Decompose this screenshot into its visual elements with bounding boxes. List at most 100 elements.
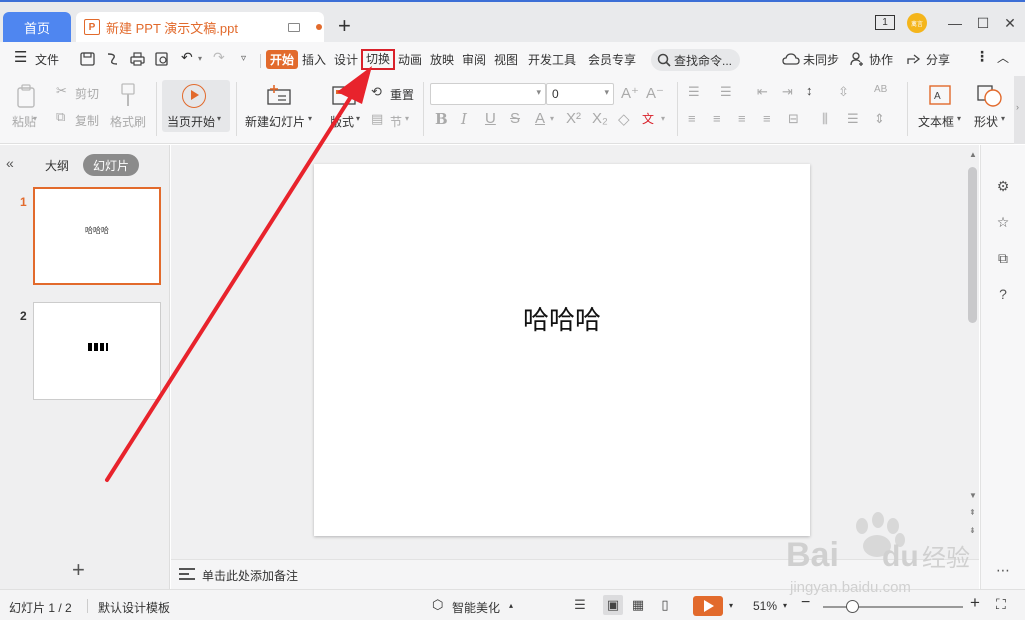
font-size-select[interactable]: 0 ▾ — [546, 83, 614, 105]
smart-beautify-button[interactable]: 智能美化 — [452, 599, 500, 616]
tab-member[interactable]: 会员专享 — [588, 51, 636, 68]
layout-dropdown-icon[interactable]: ▾ — [356, 114, 360, 123]
print-preview-icon[interactable] — [155, 52, 170, 66]
textbox-dropdown-icon[interactable]: ▾ — [957, 114, 961, 123]
tab-slides[interactable]: 幻灯片 — [83, 154, 139, 176]
copy-button[interactable]: 复制 — [75, 112, 99, 129]
more-icon[interactable]: ⋯ — [994, 561, 1012, 579]
tab-animation[interactable]: 动画 — [398, 51, 422, 68]
section-dropdown-icon[interactable]: ▾ — [405, 114, 409, 123]
format-painter-icon[interactable] — [118, 82, 138, 108]
collaborate-button[interactable]: 协作 — [869, 51, 893, 68]
tab-developer[interactable]: 开发工具 — [528, 51, 576, 68]
align-text-icon[interactable]: ☰ — [847, 111, 859, 127]
cloud-sync-icon[interactable] — [782, 52, 800, 66]
redo-icon[interactable]: ↷ — [213, 49, 225, 66]
tab-outline[interactable]: 大纲 — [45, 157, 69, 174]
superscript-icon[interactable]: X² — [566, 110, 581, 127]
undo-dropdown-icon[interactable]: ▾ — [198, 54, 202, 63]
ribbon-scroll-right[interactable]: › — [1014, 76, 1025, 144]
font-family-select[interactable]: ▾ — [430, 83, 546, 105]
print-icon[interactable] — [130, 52, 145, 66]
tab-design[interactable]: 设计 — [334, 51, 358, 68]
text-case-icon[interactable]: AB — [874, 84, 887, 95]
scissors-icon[interactable]: ✂ — [56, 83, 67, 99]
new-slide-icon[interactable] — [266, 84, 292, 106]
layout-icon[interactable] — [331, 84, 357, 106]
phonetic-icon[interactable]: 文 — [642, 110, 654, 127]
layout-button[interactable]: 版式 — [330, 113, 354, 130]
beautify-dropdown-icon[interactable]: ▴ — [509, 601, 513, 610]
reset-icon[interactable]: ⟲ — [371, 84, 382, 100]
new-tab-button[interactable]: + — [338, 15, 351, 37]
slide-canvas[interactable]: 哈哈哈 — [314, 164, 810, 536]
slide-thumbnail[interactable] — [33, 302, 161, 400]
align-right-icon[interactable]: ≡ — [738, 111, 746, 126]
paste-icon[interactable] — [15, 83, 41, 109]
decrease-indent-icon[interactable]: ⇤ — [757, 84, 768, 100]
notes-view-icon[interactable]: ☰ — [570, 595, 590, 615]
more-vertical-icon[interactable]: ⋮ — [975, 48, 989, 65]
monitor-icon[interactable] — [287, 22, 300, 32]
close-button[interactable]: ✕ — [1000, 14, 1020, 32]
cut-button[interactable]: 剪切 — [75, 85, 99, 102]
scroll-down-icon[interactable]: ▼ — [969, 491, 977, 500]
home-tab[interactable]: 首页 — [3, 12, 71, 42]
italic-icon[interactable]: I — [461, 110, 467, 128]
paste-dropdown-icon[interactable]: ▾ — [33, 114, 37, 123]
paragraph-spacing-icon[interactable]: ⇕ — [874, 111, 885, 127]
textbox-button[interactable]: 文本框 — [918, 113, 954, 130]
increase-font-icon[interactable]: A⁺ — [621, 84, 639, 102]
slide-thumbnail[interactable]: 哈哈哈 — [33, 187, 161, 285]
help-icon[interactable]: ? — [994, 285, 1012, 303]
slideshow-dropdown-icon[interactable]: ▾ — [729, 601, 733, 610]
save-icon[interactable] — [80, 52, 95, 66]
scroll-up-icon[interactable]: ▲ — [969, 150, 977, 159]
tab-review[interactable]: 审阅 — [462, 51, 486, 68]
numbered-list-icon[interactable]: ☰ — [720, 84, 732, 100]
text-direction-icon[interactable]: ⇳ — [838, 84, 849, 100]
vertical-scrollbar[interactable]: ▲ ▼ ⇞ ⇟ — [966, 145, 979, 559]
align-left-icon[interactable]: ≡ — [688, 111, 696, 126]
animation-pane-icon[interactable]: ☆ — [994, 213, 1012, 231]
shapes-icon[interactable] — [976, 84, 1004, 108]
section-button[interactable]: 节 — [390, 113, 402, 130]
collapse-ribbon-icon[interactable]: ︿ — [997, 49, 1009, 66]
zoom-slider[interactable] — [823, 606, 963, 608]
phonetic-dropdown-icon[interactable]: ▾ — [661, 114, 665, 123]
font-color-dropdown-icon[interactable]: ▾ — [550, 114, 554, 123]
hamburger-icon[interactable]: ☰ — [14, 48, 27, 66]
font-color-icon[interactable]: A — [535, 110, 545, 127]
collapse-panel-icon[interactable]: « — [6, 155, 14, 171]
share-icon[interactable] — [906, 52, 921, 66]
slide-title-text[interactable]: 哈哈哈 — [314, 300, 810, 337]
tab-transition[interactable]: 切换 — [361, 49, 396, 70]
tab-slideshow[interactable]: 放映 — [430, 51, 454, 68]
tab-insert[interactable]: 插入 — [302, 51, 326, 68]
customize-toolbar-icon[interactable]: ▿ — [241, 53, 246, 64]
fit-window-icon[interactable]: ⛶ — [996, 596, 1006, 613]
add-slide-button[interactable]: + — [72, 557, 85, 583]
zoom-level[interactable]: 51% — [753, 599, 777, 613]
bold-icon[interactable]: B — [435, 110, 448, 128]
shapes-dropdown-icon[interactable]: ▾ — [1001, 114, 1005, 123]
avatar[interactable]: 禽言 — [907, 13, 927, 33]
window-count-badge[interactable]: 1 — [875, 15, 895, 30]
distribute-icon[interactable]: ⊟ — [788, 111, 799, 127]
file-menu[interactable]: 文件 — [35, 51, 59, 68]
copy-icon[interactable]: ⧉ — [56, 109, 65, 125]
decrease-font-icon[interactable]: A⁻ — [646, 84, 664, 102]
shapes-button[interactable]: 形状 — [974, 113, 998, 130]
section-icon[interactable]: ▤ — [371, 111, 383, 127]
export-pdf-icon[interactable] — [105, 52, 120, 66]
line-spacing-icon[interactable]: ↕ — [806, 83, 813, 98]
subscript-icon[interactable]: X₂ — [592, 110, 608, 127]
clear-format-icon[interactable]: ◇ — [618, 110, 630, 128]
zoom-dropdown-icon[interactable]: ▾ — [783, 601, 787, 610]
columns-icon[interactable]: ⫼ — [822, 111, 828, 127]
sync-status[interactable]: 未同步 — [803, 51, 839, 68]
tab-view[interactable]: 视图 — [494, 51, 518, 68]
reading-view-icon[interactable]: ▯ — [655, 595, 675, 615]
command-search[interactable]: 查找命令... — [651, 49, 740, 71]
justify-icon[interactable]: ≡ — [763, 111, 771, 126]
